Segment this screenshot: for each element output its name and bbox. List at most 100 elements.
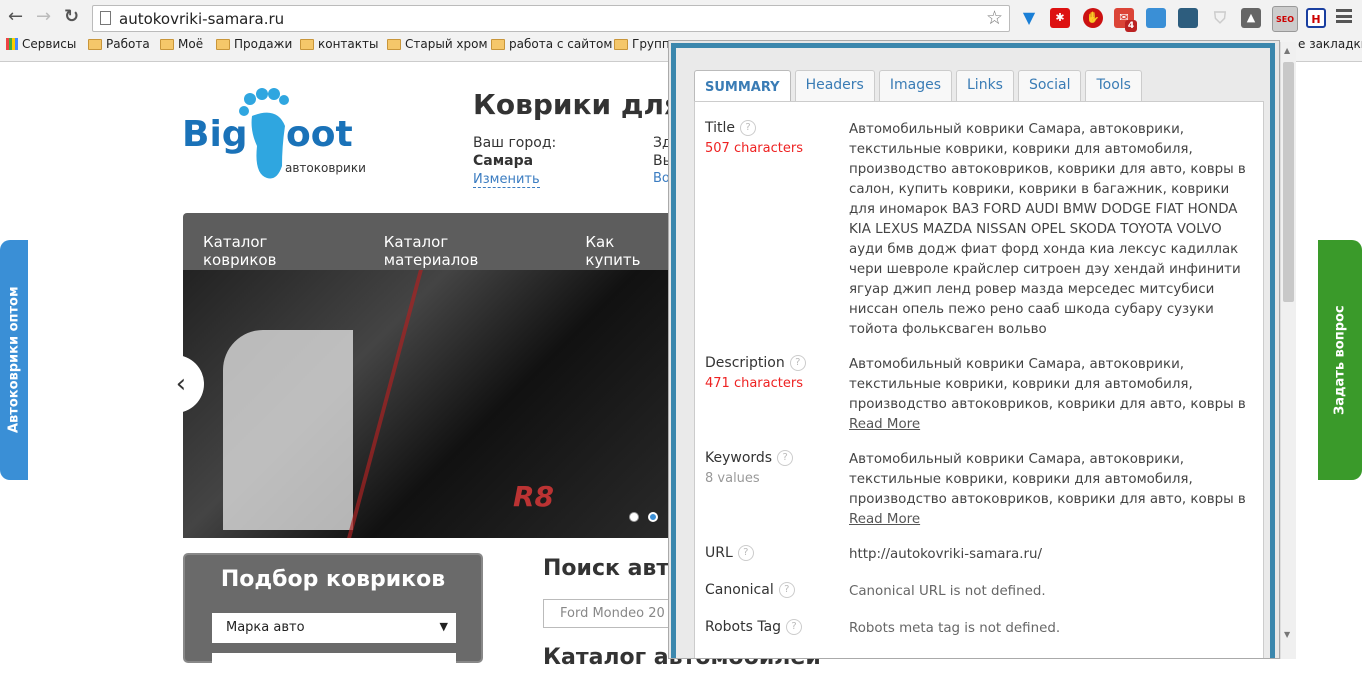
bookmark-apps[interactable]: Сервисы xyxy=(6,37,76,51)
robots-label: Robots Tag xyxy=(705,619,782,635)
read-more-link[interactable]: Read More xyxy=(849,510,1254,530)
yandex-icon[interactable]: ▼ xyxy=(1019,8,1039,28)
foot-logo-icon: Big oot автоковрики xyxy=(182,88,366,179)
url-label: URL xyxy=(705,545,733,561)
menu-item[interactable]: Как купить xyxy=(585,233,673,270)
city-block: Ваш город: Самара Изменить xyxy=(473,134,556,189)
menu-item[interactable]: Каталог материалов xyxy=(384,233,546,270)
folder-icon xyxy=(216,38,230,50)
apps-icon xyxy=(6,38,18,50)
help-icon[interactable]: ? xyxy=(789,355,806,371)
read-more-link[interactable]: Read More xyxy=(849,415,1254,435)
drive-icon[interactable]: ▲ xyxy=(1241,8,1261,28)
wholesale-side-tab[interactable]: Автоковрики оптом xyxy=(0,240,28,480)
other-bookmarks[interactable]: е закладки xyxy=(1298,37,1362,51)
seo-icon[interactable]: SEO xyxy=(1272,6,1298,32)
help-icon[interactable]: ? xyxy=(737,545,754,561)
address-bar[interactable]: autokovriki-samara.ru ☆ xyxy=(92,5,1010,32)
tab-tools[interactable]: Tools xyxy=(1085,70,1142,101)
help-icon[interactable]: ? xyxy=(740,120,757,136)
title-label: Title xyxy=(705,120,736,136)
bookmark[interactable]: контакты xyxy=(300,37,379,51)
keywords-text: Автомобильный коврики Самара, автоковрик… xyxy=(849,452,1246,507)
slide-image xyxy=(223,330,353,530)
help-icon[interactable]: ? xyxy=(786,619,803,635)
bookmark[interactable]: Моё xyxy=(160,37,203,51)
image-slider[interactable]: R8 xyxy=(183,270,673,538)
mat-selector: Подбор ковриков Марка авто ▼ xyxy=(183,553,483,673)
tab-links[interactable]: Links xyxy=(956,70,1014,101)
tab-headers[interactable]: Headers xyxy=(794,70,875,101)
scrollbar-thumb[interactable] xyxy=(1283,62,1294,302)
shield-icon[interactable]: ⛉ xyxy=(1210,8,1230,28)
layers-icon[interactable] xyxy=(1178,8,1198,28)
bookmark[interactable]: Старый хром xyxy=(387,37,488,51)
gmail-badge: 4 xyxy=(1125,20,1137,32)
bookmark[interactable]: работа с сайтом xyxy=(491,37,612,51)
keywords-value: Автомобильный коврики Самара, автоковрик… xyxy=(849,450,1254,530)
menu-item[interactable]: Каталог ковриков xyxy=(203,233,344,270)
canonical-label: Canonical xyxy=(705,582,774,598)
url-value: http://autokovriki-samara.ru/ xyxy=(849,547,1042,562)
canonical-value: Canonical URL is not defined. xyxy=(849,584,1046,599)
url-text[interactable]: autokovriki-samara.ru xyxy=(119,10,284,28)
svg-text:oot: oot xyxy=(286,114,353,155)
folder-icon xyxy=(88,38,102,50)
keywords-label: Keywords xyxy=(705,450,773,466)
folder-icon xyxy=(160,38,174,50)
folder-icon xyxy=(614,38,628,50)
svg-text:Big: Big xyxy=(182,114,248,155)
robots-value: Robots meta tag is not defined. xyxy=(849,621,1061,636)
popup-scrollbar[interactable]: ▲ ▼ xyxy=(1280,42,1296,659)
scroll-down-icon[interactable]: ▼ xyxy=(1284,630,1290,639)
folder-icon xyxy=(300,38,314,50)
change-city-link[interactable]: Изменить xyxy=(473,172,540,188)
brand-select[interactable]: Марка авто ▼ xyxy=(212,613,456,643)
folder-icon xyxy=(387,38,401,50)
city-name: Самара xyxy=(473,153,534,169)
folder-icon xyxy=(491,38,505,50)
forward-icon[interactable]: → xyxy=(36,6,51,27)
summary-panel: Title? 507 characters Автомобильный ковр… xyxy=(694,101,1264,658)
brand-select-value: Марка авто xyxy=(226,620,305,635)
h-icon[interactable]: H xyxy=(1306,8,1326,28)
seo-extension-popup: SUMMARY Headers Images Links Social Tool… xyxy=(668,40,1280,659)
page-icon xyxy=(100,11,111,25)
dropdown-arrow-icon: ▼ xyxy=(439,620,448,633)
bookmark[interactable]: Работа xyxy=(88,37,150,51)
mat-selector-title: Подбор ковриков xyxy=(220,567,446,592)
ask-question-side-tab[interactable]: Задать вопрос xyxy=(1318,240,1362,480)
svg-text:автоковрики: автоковрики xyxy=(285,161,366,175)
keywords-count: 8 values xyxy=(705,471,760,486)
search-title: Поиск авто xyxy=(543,556,685,581)
reload-icon[interactable]: ↻ xyxy=(64,6,79,27)
description-label: Description xyxy=(705,355,785,371)
site-menu: Каталог ковриков Каталог материалов Как … xyxy=(183,213,673,270)
slide-text: R8 xyxy=(513,480,555,513)
title-value: Автомобильный коврики Самара, автоковрик… xyxy=(849,122,1246,337)
menu-icon[interactable] xyxy=(1336,9,1352,23)
bigfoot-logo[interactable]: Big oot автоковрики xyxy=(182,86,372,185)
window-icon[interactable] xyxy=(1146,8,1166,28)
back-icon[interactable]: ← xyxy=(8,6,23,27)
lastpass-icon[interactable]: ✱ xyxy=(1050,8,1070,28)
title-length: 507 characters xyxy=(705,141,803,156)
scroll-up-icon[interactable]: ▲ xyxy=(1284,46,1290,55)
slide-image xyxy=(347,270,423,538)
tab-social[interactable]: Social xyxy=(1017,70,1082,101)
help-icon[interactable]: ? xyxy=(778,582,795,598)
tab-images[interactable]: Images xyxy=(878,70,952,101)
help-icon[interactable]: ? xyxy=(777,450,794,466)
car-search-input[interactable]: Ford Mondeo 20 xyxy=(543,599,683,628)
star-icon[interactable]: ☆ xyxy=(986,7,1003,29)
description-length: 471 characters xyxy=(705,376,803,391)
adblock-icon[interactable]: ✋ xyxy=(1083,8,1103,28)
description-text: Автомобильный коврики Самара, автоковрик… xyxy=(849,357,1246,412)
bookmark[interactable]: Продажи xyxy=(216,37,292,51)
slider-dot[interactable] xyxy=(629,512,639,522)
bookmark[interactable]: Групп xyxy=(614,37,670,51)
description-value: Автомобильный коврики Самара, автоковрик… xyxy=(849,355,1254,435)
slider-dot-active[interactable] xyxy=(648,512,658,522)
model-select[interactable] xyxy=(212,653,456,673)
city-label: Ваш город: xyxy=(473,135,557,151)
